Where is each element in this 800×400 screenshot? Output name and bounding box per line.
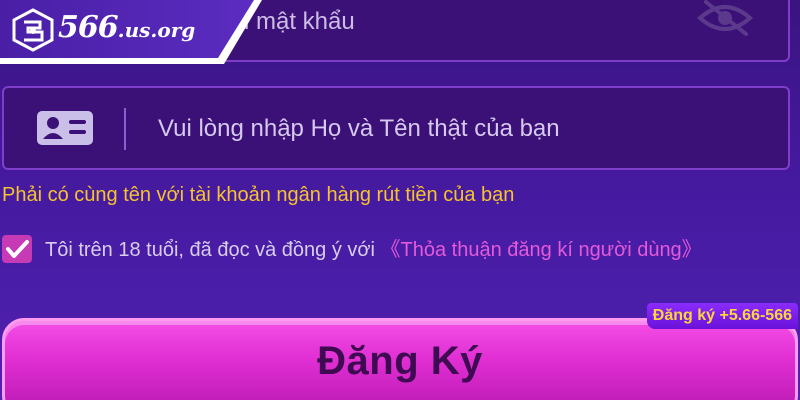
bank-name-hint: Phải có cùng tên với tài khoản ngân hàng… bbox=[2, 184, 515, 206]
id-card-icon bbox=[36, 110, 94, 146]
checkmark-icon bbox=[6, 240, 29, 258]
logo-banner: 566.us.org bbox=[0, 0, 262, 64]
eye-off-icon[interactable] bbox=[696, 0, 754, 36]
full-name-field[interactable] bbox=[2, 86, 790, 170]
logo-text: 566.us.org bbox=[58, 10, 196, 45]
password-placeholder: i mật khẩu bbox=[244, 8, 355, 35]
register-button-label: Đăng Ký bbox=[317, 339, 483, 383]
register-button[interactable]: Đăng Ký bbox=[2, 318, 798, 400]
566-logo-mark-icon bbox=[10, 8, 56, 52]
user-agreement-link[interactable]: 《Thỏa thuận đăng kí người dùng》 bbox=[381, 239, 702, 261]
agree-checkbox[interactable] bbox=[2, 235, 32, 263]
field-divider bbox=[124, 108, 126, 150]
register-bonus-badge: Đăng ký +5.66-566 bbox=[646, 303, 798, 329]
agreement-statement: Tôi trên 18 tuổi, đã đọc và đồng ý với bbox=[45, 239, 381, 261]
full-name-input[interactable] bbox=[158, 110, 758, 148]
agreement-text: Tôi trên 18 tuổi, đã đọc và đồng ý với 《… bbox=[45, 235, 785, 266]
